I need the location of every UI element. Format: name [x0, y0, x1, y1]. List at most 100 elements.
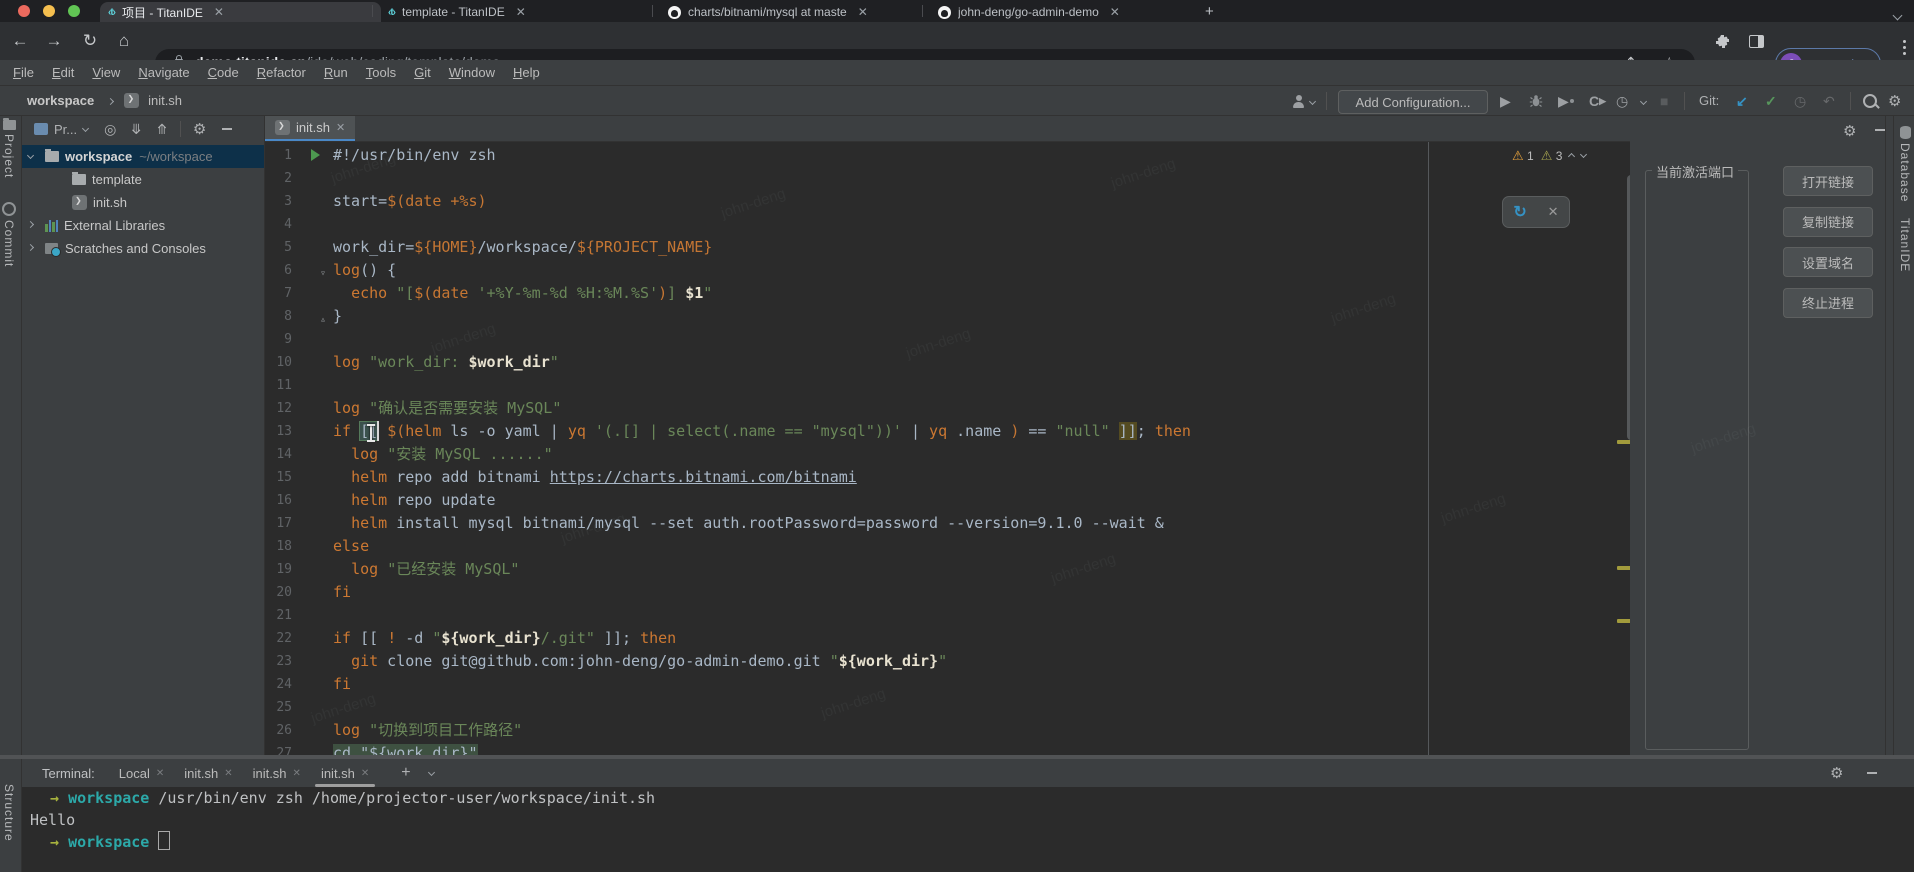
close-tab-icon[interactable]: ✕ [224, 768, 232, 779]
browser-tab[interactable]: ‹t›template - TitanIDE✕ [380, 2, 661, 22]
locate-file-icon[interactable]: ◎ [104, 121, 116, 138]
profiler-icon[interactable]: C▶ [1589, 90, 1606, 112]
reload-button[interactable]: ↻ [78, 22, 102, 60]
code-line-11[interactable]: 11 [265, 374, 1628, 397]
tree-chevron-icon[interactable] [27, 221, 34, 228]
run-button[interactable]: ▶ [1500, 90, 1511, 112]
tool-button-project[interactable]: Project [2, 120, 16, 178]
terminal-tab-init-sh[interactable]: init.sh✕ [311, 759, 379, 787]
tool-button-titanide[interactable]: TitanIDE [1898, 218, 1912, 272]
menu-navigate[interactable]: Navigate [129, 65, 198, 80]
terminal-tab-init-sh[interactable]: init.sh✕ [243, 759, 311, 787]
new-terminal-tab-button[interactable]: + [401, 764, 410, 782]
hide-panel-icon[interactable] [222, 128, 232, 130]
code-line-22[interactable]: 22if [[ ! -d "${work_dir}/.git" ]]; then [265, 627, 1628, 650]
code-line-3[interactable]: 3start=$(date +%s) [265, 190, 1628, 213]
run-dropdown-chevron-icon[interactable] [1641, 90, 1646, 112]
code-line-21[interactable]: 21 [265, 604, 1628, 627]
code-editor[interactable]: 1#!/usr/bin/env zsh23start=$(date +%s)45… [265, 144, 1628, 757]
close-tab-icon[interactable]: ✕ [858, 5, 868, 19]
inspection-widget[interactable]: ⚠ 1 ⚠ 3 [1512, 147, 1586, 165]
code-line-26[interactable]: 26log "切换到项目工作路径" [265, 719, 1628, 742]
code-line-10[interactable]: 10log "work_dir: $work_dir" [265, 351, 1628, 374]
project-view-selector[interactable]: Pr... [54, 122, 77, 137]
code-line-5[interactable]: 5work_dir=${HOME}/workspace/${PROJECT_NA… [265, 236, 1628, 259]
side-panel-icon[interactable] [1744, 22, 1768, 60]
close-tab-icon[interactable]: ✕ [214, 5, 224, 19]
close-tab-icon[interactable]: ✕ [336, 121, 345, 134]
back-button[interactable]: ← [8, 22, 32, 60]
tree-item-init-sh[interactable]: init.sh [22, 191, 264, 214]
close-tab-icon[interactable]: ✕ [516, 5, 526, 19]
sync-reload-icon[interactable]: ↻ [1513, 202, 1526, 222]
tree-item-template[interactable]: template [22, 168, 264, 191]
tree-item-workspace[interactable]: workspace~/workspace [22, 145, 264, 168]
panel-settings-gear-icon[interactable]: ⚙ [193, 120, 206, 138]
close-tab-icon[interactable]: ✕ [293, 768, 301, 779]
port-action-button-3[interactable]: 设置域名 [1783, 247, 1873, 277]
tree-chevron-icon[interactable] [27, 244, 34, 251]
breadcrumb-root[interactable]: workspace [27, 93, 94, 108]
previous-issue-chevron-icon[interactable] [1568, 152, 1575, 159]
terminal-dropdown-chevron-icon[interactable] [428, 768, 435, 775]
port-action-button-1[interactable]: 打开链接 [1783, 166, 1873, 196]
tool-button-commit[interactable]: Commit [2, 202, 16, 267]
menu-view[interactable]: View [83, 65, 129, 80]
collapse-all-icon[interactable]: ⤊ [156, 121, 168, 138]
menu-code[interactable]: Code [199, 65, 248, 80]
code-line-24[interactable]: 24fi [265, 673, 1628, 696]
code-line-13[interactable]: 13if [[ $(helm ls -o yaml | yq '(.[] | s… [265, 420, 1628, 443]
breadcrumb-file[interactable]: init.sh [148, 93, 182, 108]
code-line-23[interactable]: 23 git clone git@github.com:john-deng/go… [265, 650, 1628, 673]
terminal-output[interactable]: → workspace /usr/bin/env zsh /home/proje… [22, 787, 1914, 872]
terminal-tab-init-sh[interactable]: init.sh✕ [174, 759, 242, 787]
ide-settings-gear-icon[interactable]: ⚙ [1888, 90, 1901, 112]
tree-item-scratches-and-consoles[interactable]: Scratches and Consoles [22, 237, 264, 260]
code-line-20[interactable]: 20fi [265, 581, 1628, 604]
port-action-button-2[interactable]: 复制链接 [1783, 207, 1873, 237]
expand-all-icon[interactable]: ⤋ [130, 121, 142, 138]
git-rollback-icon[interactable]: ↶ [1823, 90, 1835, 112]
git-update-icon[interactable]: ↙ [1736, 90, 1748, 112]
browser-menu-icon[interactable] [1892, 22, 1914, 60]
close-icon[interactable]: ✕ [1548, 204, 1559, 220]
run-line-icon[interactable] [311, 149, 320, 161]
git-history-clock-icon[interactable]: ◷ [1794, 90, 1806, 112]
tree-item-external-libraries[interactable]: External Libraries [22, 214, 264, 237]
code-line-16[interactable]: 16 helm repo update [265, 489, 1628, 512]
close-tab-icon[interactable]: ✕ [1110, 5, 1120, 19]
code-line-18[interactable]: 18else [265, 535, 1628, 558]
home-button[interactable]: ⌂ [112, 22, 136, 60]
browser-tab[interactable]: john-deng/go-admin-demo✕ [930, 2, 1208, 22]
port-action-button-4[interactable]: 终止进程 [1783, 288, 1873, 318]
macos-close-button[interactable] [18, 5, 30, 17]
panel-settings-gear-icon[interactable]: ⚙ [1843, 122, 1856, 140]
search-everywhere-icon[interactable] [1863, 90, 1877, 112]
code-line-19[interactable]: 19 log "已经安装 MySQL" [265, 558, 1628, 581]
browser-tab[interactable]: charts/bitnami/mysql at maste✕ [660, 2, 938, 22]
hide-terminal-icon[interactable] [1867, 772, 1877, 774]
menu-refactor[interactable]: Refactor [248, 65, 315, 80]
hide-panel-icon[interactable] [1875, 129, 1885, 131]
code-line-17[interactable]: 17 helm install mysql bitnami/mysql --se… [265, 512, 1628, 535]
code-line-6[interactable]: 6▿log() { [265, 259, 1628, 282]
macos-minimize-button[interactable] [43, 5, 55, 17]
stop-button[interactable]: ■ [1660, 90, 1668, 112]
browser-tab[interactable]: ‹t›项目 - TitanIDE✕ [100, 2, 381, 22]
forward-button[interactable]: → [42, 22, 66, 60]
menu-help[interactable]: Help [504, 65, 549, 80]
menu-edit[interactable]: Edit [43, 65, 83, 80]
terminal-tab-local[interactable]: Local✕ [109, 759, 174, 787]
menu-file[interactable]: File [4, 65, 43, 80]
menu-git[interactable]: Git [405, 65, 440, 80]
editor-floating-toolbar[interactable]: ↻ ✕ [1502, 196, 1570, 228]
code-line-4[interactable]: 4 [265, 213, 1628, 236]
run-with-history-icon[interactable]: ◷ [1616, 90, 1628, 112]
code-line-7[interactable]: 7 echo "[$(date '+%Y-%m-%d %H:%M.%S')] $… [265, 282, 1628, 305]
menu-tools[interactable]: Tools [357, 65, 405, 80]
code-line-1[interactable]: 1#!/usr/bin/env zsh [265, 144, 1628, 167]
tree-chevron-icon[interactable] [27, 152, 34, 159]
extensions-puzzle-icon[interactable] [1710, 22, 1734, 60]
menu-run[interactable]: Run [315, 65, 357, 80]
code-line-9[interactable]: 9 [265, 328, 1628, 351]
